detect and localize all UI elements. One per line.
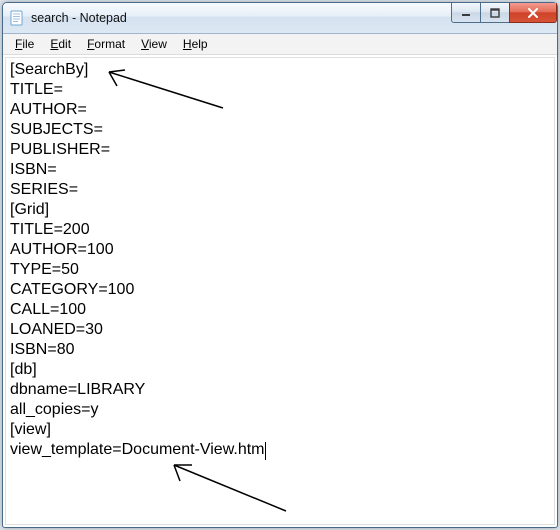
- text-caret: [265, 442, 266, 460]
- menu-file[interactable]: File: [7, 36, 42, 52]
- menu-help[interactable]: Help: [175, 36, 216, 52]
- text-editor[interactable]: [SearchBy] TITLE= AUTHOR= SUBJECTS= PUBL…: [7, 59, 553, 523]
- maximize-icon: [490, 8, 500, 18]
- menu-format[interactable]: Format: [79, 36, 133, 52]
- menu-edit-rest: dit: [58, 37, 71, 51]
- maximize-button[interactable]: [480, 3, 510, 23]
- minimize-button[interactable]: [451, 3, 481, 23]
- menu-view[interactable]: View: [133, 36, 175, 52]
- menubar: File Edit Format View Help: [3, 34, 557, 55]
- close-button[interactable]: [509, 3, 557, 23]
- titlebar[interactable]: search - Notepad: [3, 3, 557, 34]
- close-icon: [527, 7, 539, 19]
- menu-file-rest: ile: [22, 37, 34, 51]
- notepad-window: search - Notepad File Edit For: [2, 2, 558, 528]
- menu-edit[interactable]: Edit: [42, 36, 79, 52]
- notepad-app-icon: [9, 10, 25, 26]
- menu-help-rest: elp: [192, 37, 208, 51]
- window-control-buttons: [452, 3, 557, 23]
- menu-format-rest: ormat: [94, 37, 125, 51]
- window-title: search - Notepad: [31, 11, 127, 25]
- minimize-icon: [461, 8, 471, 18]
- text-area-container: [SearchBy] TITLE= AUTHOR= SUBJECTS= PUBL…: [5, 57, 555, 525]
- document-text: [SearchBy] TITLE= AUTHOR= SUBJECTS= PUBL…: [10, 61, 265, 458]
- menu-view-rest: iew: [149, 37, 167, 51]
